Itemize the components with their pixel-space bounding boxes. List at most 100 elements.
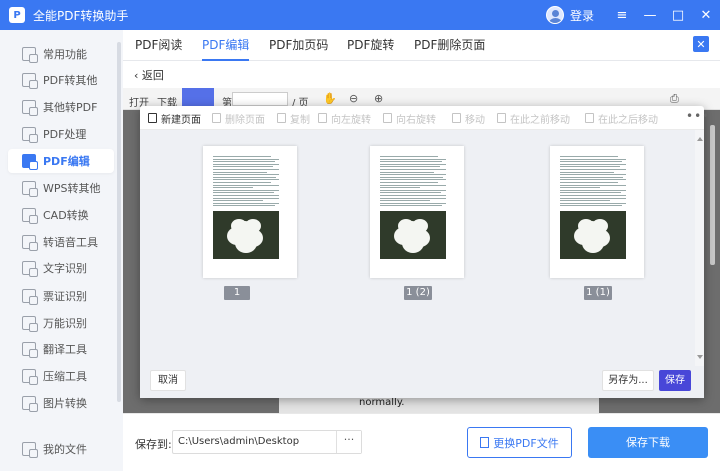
browse-path-button[interactable]: ··· (336, 431, 361, 453)
text-line (380, 161, 442, 163)
sidebar-item-label: PDF转其他 (43, 74, 98, 87)
page-thumbnail[interactable] (203, 146, 297, 278)
login-link[interactable]: 登录 (570, 7, 594, 24)
text-line (213, 197, 279, 199)
move-before-button[interactable]: 在此之前移动 (497, 111, 570, 126)
text-line (380, 184, 446, 186)
delete-icon (212, 113, 221, 123)
sidebar-item[interactable]: 常用功能 (8, 42, 114, 66)
text-line (213, 179, 279, 181)
save-path-field[interactable]: C:\Users\admin\Desktop (172, 430, 362, 454)
delete-page-button[interactable]: 删除页面 (212, 111, 265, 126)
sidebar-scrollbar[interactable] (117, 42, 121, 402)
new-page-button[interactable]: 新建页面 (148, 111, 201, 126)
tab-pdf-page-number[interactable]: PDF加页码 (269, 30, 328, 61)
avatar[interactable] (545, 6, 564, 24)
page-label: 1 (1) (584, 286, 612, 300)
flower-photo (560, 211, 626, 259)
title-bar: P 全能PDF转换助手 登录 ≡ — □ ✕ (0, 0, 720, 30)
text-line (380, 200, 430, 202)
minimize-icon[interactable]: — (636, 0, 664, 30)
tab-pdf-edit[interactable]: PDF编辑 (202, 30, 250, 61)
ticket-icon (22, 289, 38, 305)
text-line (560, 174, 626, 176)
text-line (380, 166, 440, 168)
page-thumbnail[interactable] (370, 146, 464, 278)
text-line (213, 200, 263, 202)
text-line (380, 189, 446, 191)
sidebar-item[interactable]: 文字识别 (8, 256, 114, 280)
sidebar-item[interactable]: PDF处理 (8, 122, 114, 146)
sidebar-item[interactable]: 翻译工具 (8, 337, 114, 361)
text-line (560, 161, 622, 163)
text-line (213, 171, 267, 173)
zoom-in-icon[interactable]: ⊕ (374, 92, 383, 105)
new-page-icon (148, 113, 157, 123)
close-panel-icon[interactable]: ✕ (693, 36, 709, 52)
move-button[interactable]: 移动 (452, 111, 485, 126)
rotate-right-button[interactable]: 向右旋转 (383, 111, 436, 126)
text-line (213, 182, 271, 183)
page-thumbnail[interactable] (550, 146, 644, 278)
sidebar-item[interactable]: PDF编辑 (8, 149, 114, 173)
sidebar-item-label: 文字识别 (43, 262, 87, 275)
dialog-scrollbar[interactable] (695, 130, 704, 366)
cad-icon (22, 208, 38, 224)
move-after-button[interactable]: 在此之后移动 (585, 111, 658, 126)
tab-bar: PDF阅读 PDF编辑 PDF加页码 PDF旋转 PDF删除页面 (123, 30, 720, 61)
text-line (560, 169, 626, 170)
text-line (213, 205, 275, 207)
sidebar-item-label: 其他转PDF (43, 101, 98, 114)
sidebar-item[interactable]: 其他转PDF (8, 95, 114, 119)
close-window-icon[interactable]: ✕ (692, 0, 720, 30)
sidebar-item[interactable]: 转语音工具 (8, 230, 114, 254)
more-icon[interactable]: ••• (686, 109, 710, 123)
zoom-out-icon[interactable]: ⊖ (349, 92, 358, 105)
viewer-document-page: normally. (279, 396, 599, 413)
rotate-right-icon (383, 113, 392, 123)
save-button[interactable]: 保存 (659, 370, 691, 391)
tab-pdf-delete-page[interactable]: PDF删除页面 (414, 30, 485, 61)
text-line (560, 195, 626, 196)
text-line (380, 187, 420, 189)
cancel-button[interactable]: 取消 (150, 370, 186, 391)
viewer-scrollbar[interactable] (710, 125, 715, 265)
replace-pdf-button[interactable]: 更换PDF文件 (467, 427, 572, 458)
page-label: 1 (224, 286, 250, 300)
text-line (560, 179, 626, 181)
sidebar-item[interactable]: 票证识别 (8, 284, 114, 308)
print-icon[interactable]: ⎙ (670, 92, 679, 106)
app-title: 全能PDF转换助手 (33, 8, 129, 23)
sidebar-item[interactable]: CAD转换 (8, 203, 114, 227)
pdf-edit-icon (22, 154, 38, 170)
rotate-left-button[interactable]: 向左旋转 (318, 111, 371, 126)
sidebar-item-label: 翻译工具 (43, 343, 87, 356)
tab-pdf-read[interactable]: PDF阅读 (135, 30, 182, 61)
tab-pdf-rotate[interactable]: PDF旋转 (347, 30, 394, 61)
maximize-icon[interactable]: □ (664, 0, 692, 30)
sidebar-item[interactable]: 我的文件 (8, 437, 114, 461)
text-line (560, 184, 626, 186)
text-line (380, 174, 446, 176)
sidebar-item[interactable]: WPS转其他 (8, 176, 114, 200)
to-pdf-icon (22, 100, 38, 116)
text-line (380, 163, 446, 165)
back-link[interactable]: ‹ 返回 (134, 67, 164, 83)
sidebar-item[interactable]: PDF转其他 (8, 68, 114, 92)
star-icon (22, 47, 38, 63)
hand-tool-icon[interactable]: ✋ (323, 92, 337, 105)
viewer-page-input[interactable] (232, 92, 288, 106)
text-line (560, 166, 620, 168)
text-line (380, 197, 446, 199)
save-as-button[interactable]: 另存为... (602, 370, 654, 391)
sidebar-item[interactable]: 图片转换 (8, 391, 114, 415)
copy-button[interactable]: 复制 (277, 111, 310, 126)
text-line (213, 176, 276, 178)
flower-photo (213, 211, 279, 259)
save-download-button[interactable]: 保存下载 (588, 427, 708, 458)
sidebar-item[interactable]: 万能识别 (8, 311, 114, 335)
menu-icon[interactable]: ≡ (608, 0, 636, 30)
sidebar-item[interactable]: 压缩工具 (8, 364, 114, 388)
text-line (380, 192, 441, 194)
sidebar-item-label: CAD转换 (43, 209, 89, 222)
